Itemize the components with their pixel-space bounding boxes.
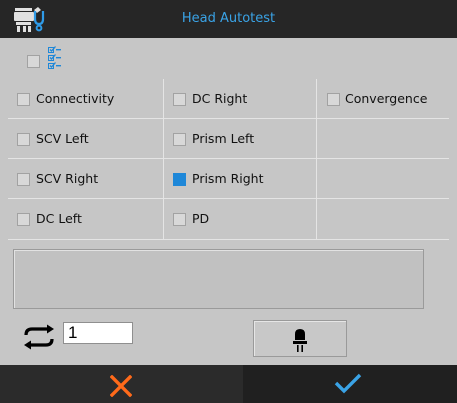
footer-bar [0,365,457,403]
test-checkbox[interactable] [17,133,30,146]
lamp-icon [293,329,307,352]
test-prism-left[interactable]: Prism Left [164,119,317,159]
page-title: Head Autotest [181,11,276,26]
empty-cell [317,159,449,199]
test-checkbox[interactable] [17,173,30,186]
message-box [13,249,424,309]
cancel-button[interactable] [0,365,243,403]
test-checkbox[interactable] [173,93,186,106]
select-all-row [0,38,457,78]
test-scv-right[interactable]: SCV Right [8,159,164,199]
repeat-icon [24,324,54,350]
test-label: Prism Right [192,171,264,186]
lamp-button[interactable] [253,320,347,357]
test-checkbox[interactable] [17,213,30,226]
test-label: Connectivity [36,91,115,106]
test-convergence[interactable]: Convergence [317,79,449,119]
test-connectivity[interactable]: Connectivity [8,79,164,119]
test-dc-right[interactable]: DC Right [164,79,317,119]
test-grid: Connectivity DC Right Convergence SCV Le… [8,79,449,240]
empty-cell [317,119,449,159]
title-bar: Head Autotest [0,0,457,38]
head-autotest-window: Head Autotest Connectivity DC Right Conv… [0,0,457,403]
close-icon [110,375,132,397]
test-label: SCV Right [36,171,99,186]
test-checkbox[interactable] [17,93,30,106]
test-label: Prism Left [192,131,255,146]
test-label: Convergence [345,91,428,106]
test-checkbox[interactable] [327,93,340,106]
test-checkbox[interactable] [173,133,186,146]
test-scv-left[interactable]: SCV Left [8,119,164,159]
repeat-count-input[interactable] [63,322,133,344]
test-dc-left[interactable]: DC Left [8,199,164,240]
test-checkbox[interactable] [173,213,186,226]
test-pd[interactable]: PD [164,199,317,240]
test-checkbox[interactable] [173,173,186,186]
test-label: DC Left [36,211,82,226]
checkmark-icon [334,373,362,394]
empty-cell [317,199,449,240]
test-label: PD [192,211,210,226]
test-label: DC Right [192,91,248,106]
confirm-button[interactable] [243,365,457,403]
checklist-icon[interactable] [48,46,62,72]
select-all-checkbox[interactable] [27,55,40,68]
test-label: SCV Left [36,131,89,146]
test-prism-right[interactable]: Prism Right [164,159,317,199]
